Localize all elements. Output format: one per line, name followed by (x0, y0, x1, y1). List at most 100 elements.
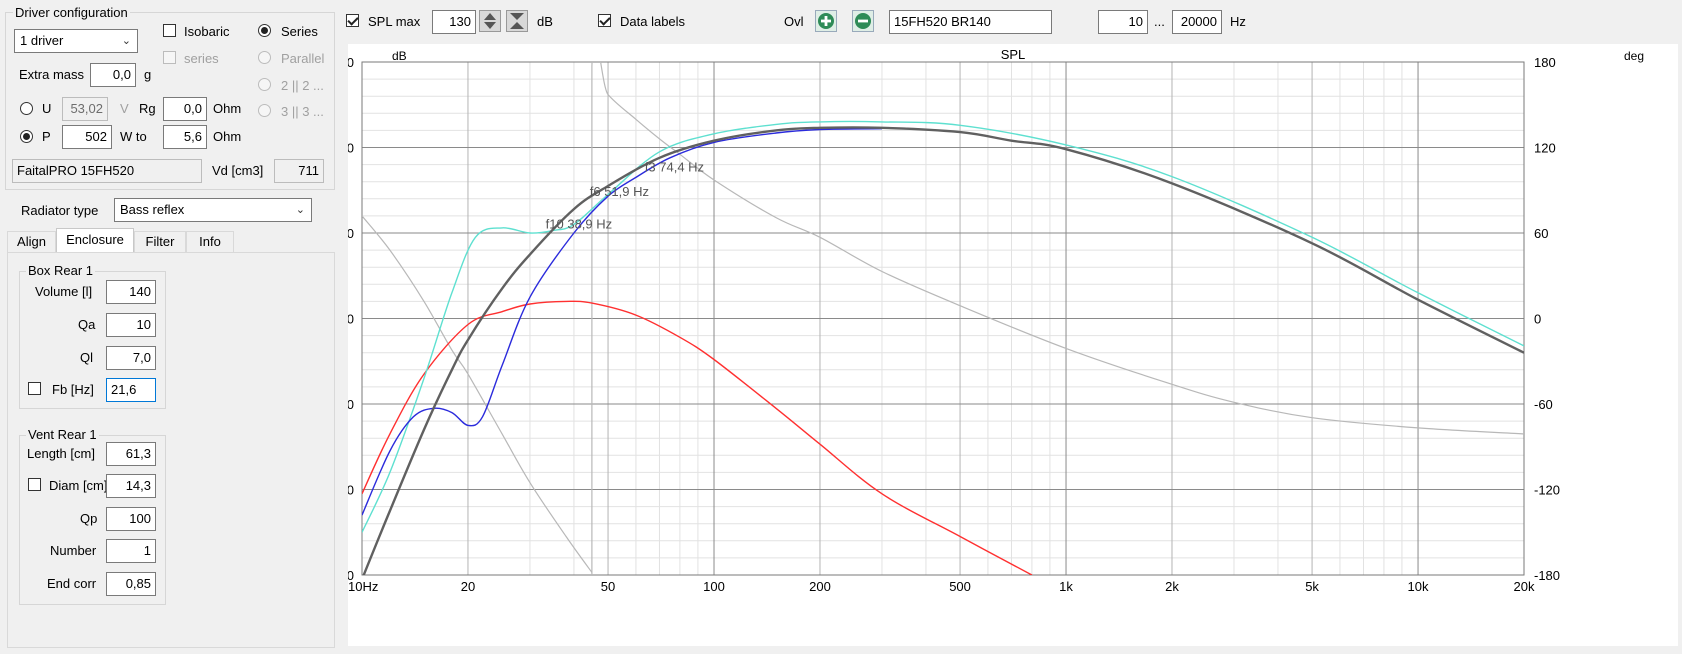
freq-from-input[interactable]: 10 (1098, 10, 1148, 34)
u-radio[interactable] (20, 102, 33, 115)
vd-field[interactable]: 711 (274, 159, 324, 183)
driver-config-title: Driver configuration (13, 5, 130, 21)
extra-mass-unit: g (144, 67, 152, 82)
cutoff-annotation: f10 38,9 Hz (546, 217, 613, 232)
driver-name-field[interactable]: FaitalPRO 15FH520 (12, 159, 202, 183)
series-radio[interactable] (258, 24, 271, 37)
u-label: U (42, 101, 52, 116)
y-tick-label: 100 (348, 312, 354, 327)
chevron-down-icon: ⌄ (295, 204, 305, 216)
remove-curve-icon[interactable] (852, 10, 874, 32)
cutoff-annotation: f3 74,4 Hz (645, 159, 704, 174)
isobaric-checkbox[interactable] (163, 24, 176, 37)
y2-tick-label: -120 (1534, 483, 1560, 498)
fb-checkbox[interactable] (28, 382, 41, 395)
opt22-radio[interactable] (258, 78, 271, 91)
y-tick-label: 120 (348, 141, 354, 156)
y-tick-label: 90 (348, 397, 354, 412)
spl-max-checkbox[interactable] (346, 14, 359, 27)
ql-label: Ql (80, 350, 93, 365)
spin-up-down-icon[interactable] (479, 10, 501, 32)
qp-label: Qp (80, 511, 98, 526)
fb-input[interactable]: 21,6 (106, 378, 156, 402)
to-input[interactable]: 5,6 (163, 125, 207, 149)
data-labels-checkbox[interactable] (598, 14, 611, 27)
y-tick-label: 70 (348, 568, 354, 583)
radiator-type-value: Bass reflex (120, 202, 185, 217)
y2-tick-label: -60 (1534, 397, 1553, 412)
u-input[interactable]: 53,02 (62, 97, 108, 121)
y-axis-left-unit: dB (392, 49, 407, 63)
series-label: Series (281, 24, 318, 39)
spl-max-label: SPL max (368, 14, 421, 29)
x-tick-label: 50 (601, 579, 615, 594)
chart-background (348, 44, 1678, 646)
volume-label: Volume [l] (35, 284, 93, 299)
ql-input[interactable]: 7,0 (106, 346, 156, 370)
volume-input[interactable]: 140 (106, 280, 156, 304)
diam-label: Diam [cm] (49, 478, 108, 493)
y-tick-label: 110 (348, 226, 354, 241)
opt33-label: 3 || 3 ... (281, 104, 324, 119)
rg-input[interactable]: 0,0 (163, 97, 207, 121)
y-tick-label: 80 (348, 483, 354, 498)
rg-label: Rg (139, 101, 156, 116)
qa-input[interactable]: 10 (106, 313, 156, 337)
x-tick-label: 200 (809, 579, 831, 594)
x-tick-label: 20k (1514, 579, 1535, 594)
radiator-type-select[interactable]: Bass reflex ⌄ (114, 198, 312, 222)
series-sub-checkbox[interactable] (163, 51, 176, 64)
range-separator: ... (1154, 14, 1165, 29)
radiator-type-label: Radiator type (21, 203, 99, 218)
db-unit-label: dB (537, 14, 553, 29)
tab-info[interactable]: Info (186, 231, 234, 253)
p-radio[interactable] (20, 130, 33, 143)
number-label: Number (50, 543, 97, 558)
p-unit: W to (120, 129, 147, 144)
length-input[interactable]: 61,3 (106, 442, 156, 466)
driver-count-value: 1 driver (20, 33, 64, 48)
x-tick-label: 1k (1059, 579, 1073, 594)
tab-enclosure[interactable]: Enclosure (56, 228, 134, 253)
qa-label: Qa (78, 317, 96, 332)
p-input[interactable]: 502 (62, 125, 112, 149)
freq-to-input[interactable]: 20000 (1172, 10, 1222, 34)
parallel-radio[interactable] (258, 51, 271, 64)
add-curve-icon[interactable] (815, 10, 837, 32)
zoom-fit-icon[interactable] (506, 10, 528, 32)
opt33-radio[interactable] (258, 104, 271, 117)
y2-tick-label: 180 (1534, 55, 1556, 70)
spl-max-input[interactable]: 130 (432, 10, 476, 34)
number-input[interactable]: 1 (106, 539, 156, 563)
x-tick-label: 5k (1305, 579, 1319, 594)
box-rear-title: Box Rear 1 (26, 263, 96, 279)
x-tick-label: 20 (461, 579, 475, 594)
fb-label: Fb [Hz] (52, 382, 94, 397)
x-tick-label: 500 (949, 579, 971, 594)
diam-input[interactable]: 14,3 (106, 474, 156, 498)
series-sub-label: series (184, 51, 219, 66)
y2-tick-label: 120 (1534, 141, 1556, 156)
p-label: P (42, 129, 51, 144)
diam-checkbox[interactable] (28, 478, 41, 491)
tab-filter[interactable]: Filter (134, 231, 186, 253)
spl-chart[interactable]: 10Hz20501002005001k2k5k10k20k70809010011… (348, 44, 1678, 646)
curve-name-input[interactable]: 15FH520 BR140 (889, 10, 1052, 34)
extra-mass-input[interactable]: 0,0 (90, 63, 136, 87)
to-unit: Ohm (213, 129, 242, 144)
end-corr-input[interactable]: 0,85 (106, 572, 156, 596)
driver-count-select[interactable]: 1 driver ⌄ (14, 29, 138, 53)
x-tick-label: 100 (703, 579, 725, 594)
parallel-label: Parallel (281, 51, 325, 66)
qp-input[interactable]: 100 (106, 507, 156, 531)
tab-align[interactable]: Align (7, 231, 56, 253)
u-unit: V (120, 101, 129, 116)
cutoff-annotation: f6 51,9 Hz (590, 184, 649, 199)
x-tick-label: 2k (1165, 579, 1179, 594)
isobaric-label: Isobaric (184, 24, 230, 39)
ovl-label: Ovl (784, 14, 804, 29)
data-labels-label: Data labels (620, 14, 686, 29)
vd-label: Vd [cm3] (212, 163, 264, 178)
x-tick-label: 10k (1408, 579, 1429, 594)
end-corr-label: End corr (47, 576, 97, 591)
